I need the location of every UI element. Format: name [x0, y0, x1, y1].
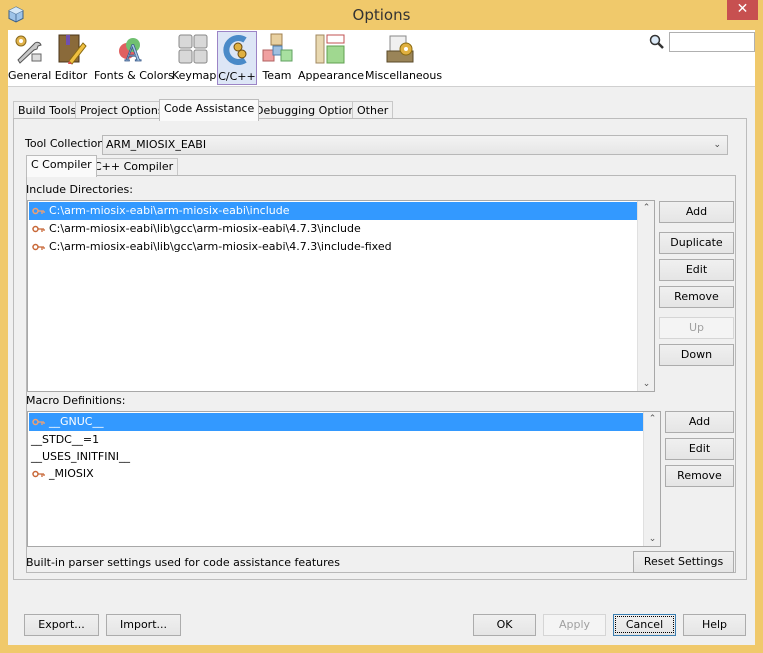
tool-collection-label: Tool Collection:: [25, 137, 108, 150]
wrench-gear-icon: [15, 35, 42, 64]
category-label: Miscellaneous: [365, 69, 443, 82]
font-colors-icon: A: [119, 38, 142, 65]
macro-remove-button[interactable]: Remove: [665, 465, 734, 487]
key-icon: [32, 225, 45, 233]
tool-collection-select[interactable]: ARM_MIOSIX_EABI ⌄: [102, 135, 728, 155]
macro-definitions-list[interactable]: __GNUC__ __STDC__=1 __USES_INITFINI__ _M…: [27, 411, 661, 547]
key-icon: [32, 243, 45, 251]
category-editor[interactable]: Editor: [52, 31, 90, 85]
macro-add-button[interactable]: Add: [665, 411, 734, 433]
apply-button[interactable]: Apply: [543, 614, 606, 636]
category-cpp[interactable]: C/C++: [217, 31, 257, 85]
tab-c-compiler[interactable]: C Compiler: [26, 155, 97, 177]
keyboard-icon: [178, 34, 208, 64]
list-item[interactable]: C:\arm-miosix-eabi\lib\gcc\arm-miosix-ea…: [29, 238, 638, 256]
category-general[interactable]: General: [8, 31, 52, 85]
category-label: Appearance: [298, 69, 365, 82]
category-team[interactable]: Team: [259, 31, 295, 85]
macro-list-scrollbar[interactable]: ⌃ ⌄: [643, 412, 660, 546]
close-button[interactable]: ✕: [727, 0, 758, 20]
search-input[interactable]: [669, 32, 755, 52]
export-button[interactable]: Export...: [24, 614, 99, 636]
title-bar: Options ✕: [0, 0, 763, 30]
misc-folder-gear-icon: [386, 35, 414, 63]
category-toolbar: General Editor A Fonts & Colors Keymap C…: [8, 30, 755, 87]
reset-settings-button[interactable]: Reset Settings: [633, 551, 734, 573]
close-icon: ✕: [736, 1, 749, 17]
category-keymap[interactable]: Keymap: [172, 31, 217, 85]
include-up-button[interactable]: Up: [659, 317, 734, 339]
include-down-button[interactable]: Down: [659, 344, 734, 366]
category-appearance[interactable]: Appearance: [298, 31, 365, 85]
category-miscellaneous[interactable]: Miscellaneous: [365, 31, 443, 85]
appearance-icon: [315, 34, 345, 64]
include-directories-list[interactable]: C:\arm-miosix-eabi\arm-miosix-eabi\inclu…: [27, 200, 655, 392]
key-icon: [32, 418, 45, 426]
svg-text:A: A: [124, 42, 142, 65]
scroll-up-icon[interactable]: ⌃: [644, 414, 661, 424]
macro-definitions-label: Macro Definitions:: [26, 394, 126, 407]
include-add-button[interactable]: Add: [659, 201, 734, 223]
category-label: Fonts & Colors: [94, 69, 174, 82]
key-icon: [32, 207, 45, 215]
import-button[interactable]: Import...: [106, 614, 181, 636]
list-item[interactable]: C:\arm-miosix-eabi\lib\gcc\arm-miosix-ea…: [29, 220, 638, 238]
list-item[interactable]: _MIOSIX: [29, 465, 644, 483]
ok-button[interactable]: OK: [473, 614, 536, 636]
include-duplicate-button[interactable]: Duplicate: [659, 232, 734, 254]
window-title: Options: [352, 6, 411, 24]
scroll-up-icon[interactable]: ⌃: [638, 203, 655, 213]
cancel-button[interactable]: Cancel: [613, 614, 676, 636]
key-icon: [32, 470, 45, 478]
list-item[interactable]: __STDC__=1: [29, 431, 644, 449]
help-button[interactable]: Help: [683, 614, 746, 636]
scroll-down-icon[interactable]: ⌄: [638, 379, 655, 389]
include-list-scrollbar[interactable]: ⌃ ⌄: [637, 201, 654, 391]
category-label: C/C++: [218, 70, 256, 83]
include-remove-button[interactable]: Remove: [659, 286, 734, 308]
tool-collection-value: ARM_MIOSIX_EABI: [106, 138, 207, 151]
scroll-down-icon[interactable]: ⌄: [644, 534, 661, 544]
parser-settings-note: Built-in parser settings used for code a…: [26, 556, 340, 569]
category-label: Editor: [54, 69, 88, 82]
list-item[interactable]: __GNUC__: [29, 413, 644, 431]
list-item[interactable]: __USES_INITFINI__: [29, 448, 644, 466]
cpp-icon: [223, 35, 247, 65]
category-fonts-colors[interactable]: A Fonts & Colors: [94, 31, 174, 85]
include-directories-label: Include Directories:: [26, 183, 133, 196]
dialog-client-area: General Editor A Fonts & Colors Keymap C…: [8, 30, 755, 645]
search-icon: [649, 34, 664, 49]
category-label: General: [8, 69, 52, 82]
tab-code-assistance[interactable]: Code Assistance: [159, 99, 260, 121]
macro-edit-button[interactable]: Edit: [665, 438, 734, 460]
book-pencil-icon: [58, 34, 87, 65]
options-window: Options ✕ General Editor A Fonts & Color…: [0, 0, 763, 653]
chevron-down-icon: ⌄: [713, 140, 721, 150]
team-blocks-icon: [262, 33, 293, 62]
include-edit-button[interactable]: Edit: [659, 259, 734, 281]
category-label: Team: [262, 69, 292, 82]
tab-cpp-compiler[interactable]: C++ Compiler: [89, 158, 179, 176]
category-label: Keymap: [172, 69, 217, 82]
list-item[interactable]: C:\arm-miosix-eabi\arm-miosix-eabi\inclu…: [29, 202, 638, 220]
